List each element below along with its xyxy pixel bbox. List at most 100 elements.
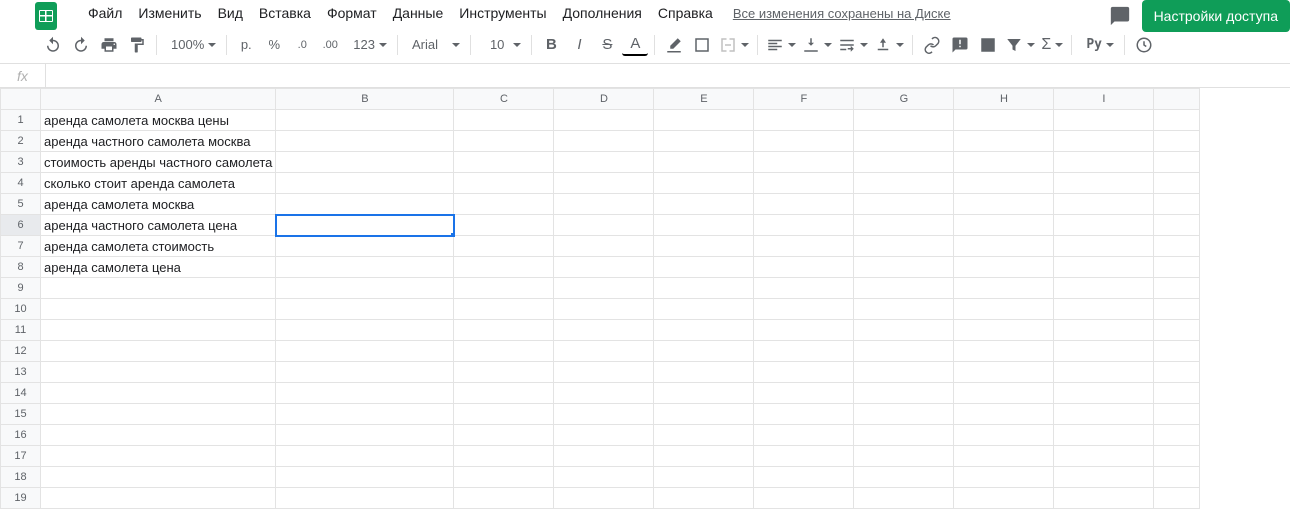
cell[interactable]: [554, 446, 654, 467]
cell[interactable]: [41, 362, 276, 383]
borders-icon[interactable]: [689, 32, 715, 58]
cell[interactable]: [1154, 362, 1200, 383]
select-all-corner[interactable]: [1, 89, 41, 110]
cell[interactable]: [454, 404, 554, 425]
cell[interactable]: [754, 257, 854, 278]
col-header-D[interactable]: D: [554, 89, 654, 110]
cell[interactable]: [41, 467, 276, 488]
cell[interactable]: [1154, 194, 1200, 215]
cell[interactable]: [854, 236, 954, 257]
cell[interactable]: [454, 299, 554, 320]
cell[interactable]: [654, 236, 754, 257]
row-header[interactable]: 9: [1, 278, 41, 299]
col-header-E[interactable]: E: [654, 89, 754, 110]
py-dropdown[interactable]: Py: [1078, 32, 1118, 58]
cell[interactable]: [754, 299, 854, 320]
cell[interactable]: [654, 152, 754, 173]
row-header[interactable]: 6: [1, 215, 41, 236]
menu-help[interactable]: Справка: [650, 1, 721, 25]
cell[interactable]: [954, 404, 1054, 425]
save-status[interactable]: Все изменения сохранены на Диске: [733, 6, 951, 21]
cell[interactable]: [654, 131, 754, 152]
merge-cells-dropdown[interactable]: [717, 32, 751, 58]
cell[interactable]: [41, 278, 276, 299]
cell[interactable]: [854, 110, 954, 131]
format-percent-button[interactable]: %: [261, 32, 287, 58]
cell[interactable]: [854, 320, 954, 341]
cell[interactable]: [554, 320, 654, 341]
cell[interactable]: [754, 173, 854, 194]
functions-dropdown[interactable]: Σ: [1039, 32, 1065, 58]
cell[interactable]: [276, 299, 454, 320]
cell[interactable]: [554, 383, 654, 404]
comments-icon[interactable]: [1108, 4, 1132, 28]
cell[interactable]: [276, 236, 454, 257]
cell[interactable]: [654, 320, 754, 341]
row-header[interactable]: 19: [1, 488, 41, 509]
row-header[interactable]: 18: [1, 467, 41, 488]
vertical-align-dropdown[interactable]: [800, 32, 834, 58]
cell[interactable]: [854, 425, 954, 446]
insert-comment-icon[interactable]: [947, 32, 973, 58]
cell[interactable]: [1054, 383, 1154, 404]
increase-decimal-button[interactable]: .00: [317, 32, 343, 58]
cell[interactable]: [654, 404, 754, 425]
cell[interactable]: [754, 236, 854, 257]
cell[interactable]: [654, 194, 754, 215]
cell[interactable]: [554, 404, 654, 425]
cell[interactable]: [754, 152, 854, 173]
cell[interactable]: [41, 299, 276, 320]
cell[interactable]: [276, 383, 454, 404]
cell[interactable]: [1154, 173, 1200, 194]
cell[interactable]: [454, 467, 554, 488]
col-header-A[interactable]: A: [41, 89, 276, 110]
cell[interactable]: [954, 152, 1054, 173]
cell[interactable]: [454, 110, 554, 131]
cell[interactable]: аренда самолета москва цены: [41, 110, 276, 131]
cell[interactable]: [454, 173, 554, 194]
col-header-C[interactable]: C: [454, 89, 554, 110]
row-header[interactable]: 4: [1, 173, 41, 194]
cell[interactable]: [1154, 236, 1200, 257]
more-formats-dropdown[interactable]: 123: [345, 32, 391, 58]
cell[interactable]: [554, 194, 654, 215]
formula-input[interactable]: [46, 64, 1290, 87]
row-header[interactable]: 3: [1, 152, 41, 173]
menu-format[interactable]: Формат: [319, 1, 385, 25]
menu-insert[interactable]: Вставка: [251, 1, 319, 25]
cell[interactable]: [754, 404, 854, 425]
cell[interactable]: [954, 278, 1054, 299]
cell[interactable]: [1154, 110, 1200, 131]
cell[interactable]: [276, 278, 454, 299]
cell[interactable]: [1054, 320, 1154, 341]
cell[interactable]: аренда самолета цена: [41, 257, 276, 278]
cell[interactable]: [954, 215, 1054, 236]
row-header[interactable]: 2: [1, 131, 41, 152]
col-header-I[interactable]: I: [1054, 89, 1154, 110]
cell[interactable]: [854, 278, 954, 299]
cell[interactable]: [1054, 362, 1154, 383]
cell[interactable]: [276, 173, 454, 194]
cell[interactable]: [754, 110, 854, 131]
cell[interactable]: [454, 341, 554, 362]
cell[interactable]: [1154, 299, 1200, 320]
row-header[interactable]: 16: [1, 425, 41, 446]
strikethrough-button[interactable]: S: [594, 32, 620, 58]
cell[interactable]: [754, 215, 854, 236]
cell[interactable]: [1054, 467, 1154, 488]
cell[interactable]: [454, 383, 554, 404]
cell[interactable]: [276, 404, 454, 425]
cell[interactable]: аренда частного самолета цена: [41, 215, 276, 236]
cell[interactable]: [954, 467, 1054, 488]
cell[interactable]: [954, 320, 1054, 341]
cell[interactable]: [554, 341, 654, 362]
undo-icon[interactable]: [40, 32, 66, 58]
cell[interactable]: [1154, 152, 1200, 173]
cell[interactable]: [276, 362, 454, 383]
cell[interactable]: стоимость аренды частного самолета: [41, 152, 276, 173]
cell[interactable]: [854, 404, 954, 425]
cell[interactable]: [554, 488, 654, 509]
cell[interactable]: [1154, 131, 1200, 152]
cell[interactable]: [1054, 173, 1154, 194]
cell[interactable]: [1054, 278, 1154, 299]
